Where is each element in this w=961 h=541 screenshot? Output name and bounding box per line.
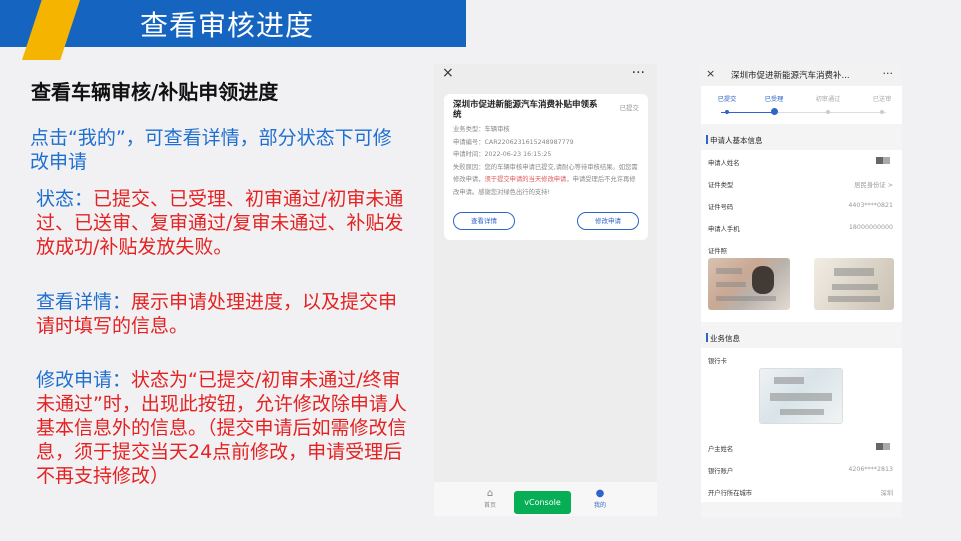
tab-mine-label: 我的: [593, 502, 606, 509]
redacted-name: [876, 157, 890, 164]
miniapp-top-bar: × 深圳市促进新能源汽车消费补... ···: [701, 64, 902, 86]
tab-home[interactable]: ⌂ 首页: [475, 488, 505, 509]
miniapp-title: 深圳市促进新能源汽车消费补...: [731, 71, 850, 81]
edit-label: 修改申请：: [36, 369, 132, 391]
list-item: 申请人手机 18000000000: [708, 224, 893, 233]
page-title: 查看审核进度: [140, 9, 315, 42]
status-paragraph: 状态：已提交、已受理、初审通过/初审未通过、已送审、复审通过/复审未通过、补贴发…: [36, 187, 416, 259]
section-applicant-info: 申请人基本信息: [701, 124, 902, 150]
user-icon: ●: [595, 488, 605, 499]
redacted-name: [876, 443, 890, 450]
application-card: 深圳市促进新能源汽车消费补贴申领系统 已提交 业务类型：车辆审核 申请编号：CA…: [444, 94, 648, 240]
failure-reason: 失败原因：您的车辆审核申请已提交,请耐心等待审核结果。如您需修改申请，须于提交申…: [453, 163, 638, 196]
applicant-info-list: 申请人姓名 证件类型 居民身份证 > 证件号码 4403****0821 申请人…: [701, 150, 902, 322]
miniapp-top-bar: × ···: [434, 64, 657, 86]
id-card-back-image[interactable]: [814, 258, 894, 310]
phone-screenshot-list: × ··· 深圳市促进新能源汽车消费补贴申领系统 已提交 业务类型：车辆审核 申…: [434, 64, 657, 516]
bank-card-image[interactable]: [759, 368, 843, 424]
intro-text: 点击“我的”，可查看详情，部分状态下可修改申请: [30, 127, 392, 173]
detail-label: 查看详情：: [36, 291, 132, 313]
status-badge: 已提交: [619, 104, 640, 112]
section-heading: 查看车辆审核/补贴申领进度: [31, 80, 279, 104]
application-number: 申请编号：CAR2206231615248987779: [453, 138, 574, 146]
id-card-front-image[interactable]: [708, 258, 790, 310]
phone-screenshot-detail: × 深圳市促进新能源汽车消费补... ··· 已提交 已受理 初审通过 已送审 …: [701, 64, 902, 518]
more-options-icon[interactable]: ···: [632, 65, 645, 81]
id-photo-row: 证件照: [701, 238, 902, 322]
home-icon: ⌂: [486, 488, 494, 499]
progress-steps: 已提交 已受理 初审通过 已送审: [701, 86, 902, 124]
business-info-list: 银行卡 户主姓名 银行账户 4206****2813 开户行所在城市 深圳: [701, 348, 902, 502]
list-item: 户主姓名: [701, 436, 902, 458]
more-options-icon[interactable]: ···: [883, 67, 894, 80]
close-icon[interactable]: ×: [442, 65, 454, 81]
business-type: 业务类型：车辆审核: [453, 126, 510, 133]
bank-card-row: 银行卡: [701, 348, 902, 436]
list-item: 申请人姓名: [701, 150, 902, 172]
status-label: 状态：: [36, 188, 94, 210]
card-title: 深圳市促进新能源汽车消费补贴申领系统: [453, 100, 598, 120]
edit-paragraph: 修改申请：状态为“已提交/初审未通过/终审未通过”时，出现此按钮，允许修改除申请…: [36, 368, 416, 488]
tab-home-label: 首页: [483, 502, 496, 509]
edit-application-button[interactable]: 修改申请: [577, 212, 639, 230]
application-time: 申请时间：2022-06-23 16:15:25: [453, 151, 552, 158]
list-item: 证件号码 4403****0821: [708, 202, 893, 211]
step-accepted: 已受理: [754, 94, 794, 115]
step-submitted: 已提交: [707, 94, 747, 114]
list-item: 开户行所在城市 深圳: [708, 490, 893, 497]
step-sent-review: 已送审: [862, 94, 902, 114]
list-item: 银行账户 4206****2813: [708, 466, 893, 475]
tab-mine[interactable]: ● 我的: [585, 488, 615, 509]
close-icon[interactable]: ×: [706, 67, 715, 80]
list-item[interactable]: 证件类型 居民身份证 >: [701, 172, 902, 194]
section-business-info: 业务信息: [701, 322, 902, 348]
step-first-review: 初审通过: [808, 94, 848, 114]
detail-paragraph: 查看详情：展示申请处理进度，以及提交申请时填写的信息。: [36, 290, 416, 338]
vconsole-button[interactable]: vConsole: [514, 491, 571, 514]
view-details-button[interactable]: 查看详情: [453, 212, 515, 230]
